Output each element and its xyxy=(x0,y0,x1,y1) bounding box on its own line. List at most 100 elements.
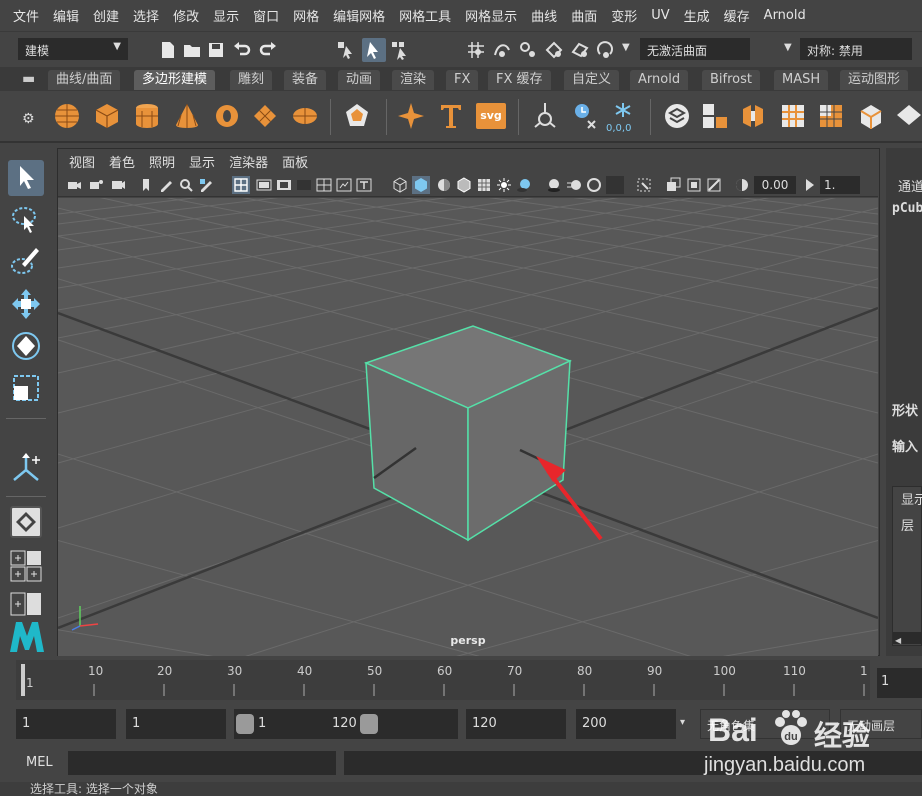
isolate-select-icon[interactable] xyxy=(636,177,652,193)
field-chart-icon[interactable] xyxy=(316,177,332,193)
scale-tool[interactable] xyxy=(8,370,44,406)
open-scene-icon[interactable] xyxy=(182,40,202,60)
type-text-icon[interactable] xyxy=(436,101,466,131)
mirror-icon[interactable] xyxy=(530,101,560,131)
gate-mask-icon[interactable] xyxy=(296,177,312,193)
time-slider[interactable]: 1 10 20 30 40 50 60 70 80 90 100 110 1 xyxy=(16,660,870,700)
range-start-handle[interactable] xyxy=(236,714,254,734)
exposure-icon[interactable] xyxy=(734,177,750,193)
rotate-tool[interactable] xyxy=(8,328,44,364)
save-scene-icon[interactable] xyxy=(206,40,226,60)
select-tool[interactable] xyxy=(8,160,44,196)
menu-mesh-display[interactable]: 网格显示 xyxy=(458,6,524,25)
menu-mesh[interactable]: 网格 xyxy=(286,6,326,25)
menu-curves[interactable]: 曲线 xyxy=(524,6,564,25)
menu-uv[interactable]: UV xyxy=(644,8,676,23)
tab-rigging[interactable]: 装备 xyxy=(284,70,327,90)
insert-edge-loop-icon[interactable] xyxy=(856,101,886,131)
bevel-icon[interactable] xyxy=(816,101,846,131)
2d-pan-zoom-icon[interactable] xyxy=(178,177,194,193)
wireframe-on-shaded-icon[interactable] xyxy=(456,177,472,193)
lasso-tool[interactable] xyxy=(8,202,44,238)
symmetry-field[interactable]: 对称: 禁用 xyxy=(800,38,912,60)
select-camera-icon[interactable] xyxy=(66,177,82,193)
tab-sculpting[interactable]: 雕刻 xyxy=(230,70,273,90)
shelf-menu-icon[interactable]: ▬ xyxy=(22,71,35,87)
3d-viewport[interactable] xyxy=(58,198,878,656)
current-frame-field[interactable]: 1 xyxy=(877,668,922,698)
resolution-gate-icon[interactable] xyxy=(276,177,292,193)
menu-generate[interactable]: 生成 xyxy=(677,6,717,25)
anti-aliasing-icon[interactable] xyxy=(586,177,602,193)
tab-rendering[interactable]: 渲染 xyxy=(392,70,435,90)
poly-sphere-icon[interactable] xyxy=(52,101,82,131)
command-input[interactable] xyxy=(68,751,336,775)
poly-cylinder-icon[interactable] xyxy=(132,101,162,131)
extrude-icon[interactable] xyxy=(738,101,768,131)
use-all-lights-icon[interactable] xyxy=(496,177,512,193)
live-surface-field[interactable]: 无激活曲面 xyxy=(640,38,750,60)
snap-grid-icon[interactable] xyxy=(466,40,486,60)
poly-torus-icon[interactable] xyxy=(212,101,242,131)
poly-plane-icon[interactable] xyxy=(250,101,280,131)
wireframe-pencil-icon[interactable] xyxy=(198,177,214,193)
xray-icon[interactable] xyxy=(666,177,682,193)
menu-deform[interactable]: 变形 xyxy=(604,6,644,25)
menu-mesh-tools[interactable]: 网格工具 xyxy=(392,6,458,25)
menu-arnold[interactable]: Arnold xyxy=(757,8,813,23)
snap-live-icon[interactable] xyxy=(596,40,616,60)
two-view-layout[interactable] xyxy=(10,592,42,616)
undo-icon[interactable] xyxy=(232,40,252,60)
poly-cube-icon[interactable] xyxy=(92,101,122,131)
gamma-icon[interactable] xyxy=(802,177,818,193)
multi-cut-icon[interactable] xyxy=(894,101,922,131)
tab-fx[interactable]: FX xyxy=(446,70,479,90)
snap-view-plane-icon[interactable] xyxy=(544,40,564,60)
gear-icon[interactable]: ⚙ xyxy=(22,111,35,127)
mode-dropdown[interactable]: 建模 ▼ xyxy=(18,38,128,60)
playback-start-field[interactable]: 1 xyxy=(126,709,226,739)
chevron-down-icon[interactable]: ▼ xyxy=(784,42,792,53)
move-tool[interactable] xyxy=(8,286,44,322)
range-slider[interactable]: 1 120 xyxy=(234,709,458,739)
tab-fx-caching[interactable]: FX 缓存 xyxy=(488,70,551,90)
animation-start-field[interactable]: 1 xyxy=(16,709,116,739)
snap-point-icon[interactable] xyxy=(518,40,538,60)
delete-history-icon[interactable] xyxy=(570,101,600,131)
redo-icon[interactable] xyxy=(258,40,278,60)
range-end-handle[interactable] xyxy=(360,714,378,734)
menu-create[interactable]: 创建 xyxy=(86,6,126,25)
select-component-icon[interactable] xyxy=(390,40,410,60)
xray-joints-icon[interactable] xyxy=(686,177,702,193)
paint-select-tool[interactable] xyxy=(8,244,44,280)
film-gate-icon[interactable] xyxy=(256,177,272,193)
xray-components-icon[interactable] xyxy=(706,177,722,193)
ambient-occlusion-icon[interactable] xyxy=(546,177,562,193)
horizontal-scrollbar[interactable]: ◀ xyxy=(893,632,922,645)
vp-menu-lighting[interactable]: 照明 xyxy=(142,152,182,171)
chevron-down-icon[interactable]: ▾ xyxy=(680,717,685,728)
menu-display[interactable]: 显示 xyxy=(206,6,246,25)
poly-disc-icon[interactable] xyxy=(290,101,320,131)
vp-menu-panels[interactable]: 面板 xyxy=(275,152,315,171)
bookmark-icon[interactable] xyxy=(110,177,126,193)
tab-curves-surfaces[interactable]: 曲线/曲面 xyxy=(48,70,121,90)
depth-of-field-toggle[interactable] xyxy=(606,176,624,194)
single-view-layout[interactable] xyxy=(10,506,42,538)
menu-file[interactable]: 文件 xyxy=(6,6,46,25)
tab-arnold[interactable]: Arnold xyxy=(630,70,689,90)
exposure-field[interactable]: 0.00 xyxy=(754,176,796,194)
tab-poly-modeling[interactable]: 多边形建模 xyxy=(134,70,216,90)
animation-end-field[interactable]: 200 xyxy=(576,709,676,739)
script-language-toggle[interactable]: MEL xyxy=(26,755,53,770)
separate-icon[interactable] xyxy=(700,101,730,131)
safe-title-icon[interactable] xyxy=(356,177,372,193)
layers-menu[interactable]: 层 xyxy=(901,515,914,534)
grid-toggle[interactable] xyxy=(232,176,250,194)
vp-menu-show[interactable]: 显示 xyxy=(182,152,222,171)
gamma-field[interactable]: 1. xyxy=(820,176,860,194)
tab-mash[interactable]: MASH xyxy=(774,70,829,90)
tab-custom[interactable]: 自定义 xyxy=(564,70,620,90)
tab-motion-graphics[interactable]: 运动图形 xyxy=(840,70,909,90)
menu-edit-mesh[interactable]: 编辑网格 xyxy=(326,6,392,25)
